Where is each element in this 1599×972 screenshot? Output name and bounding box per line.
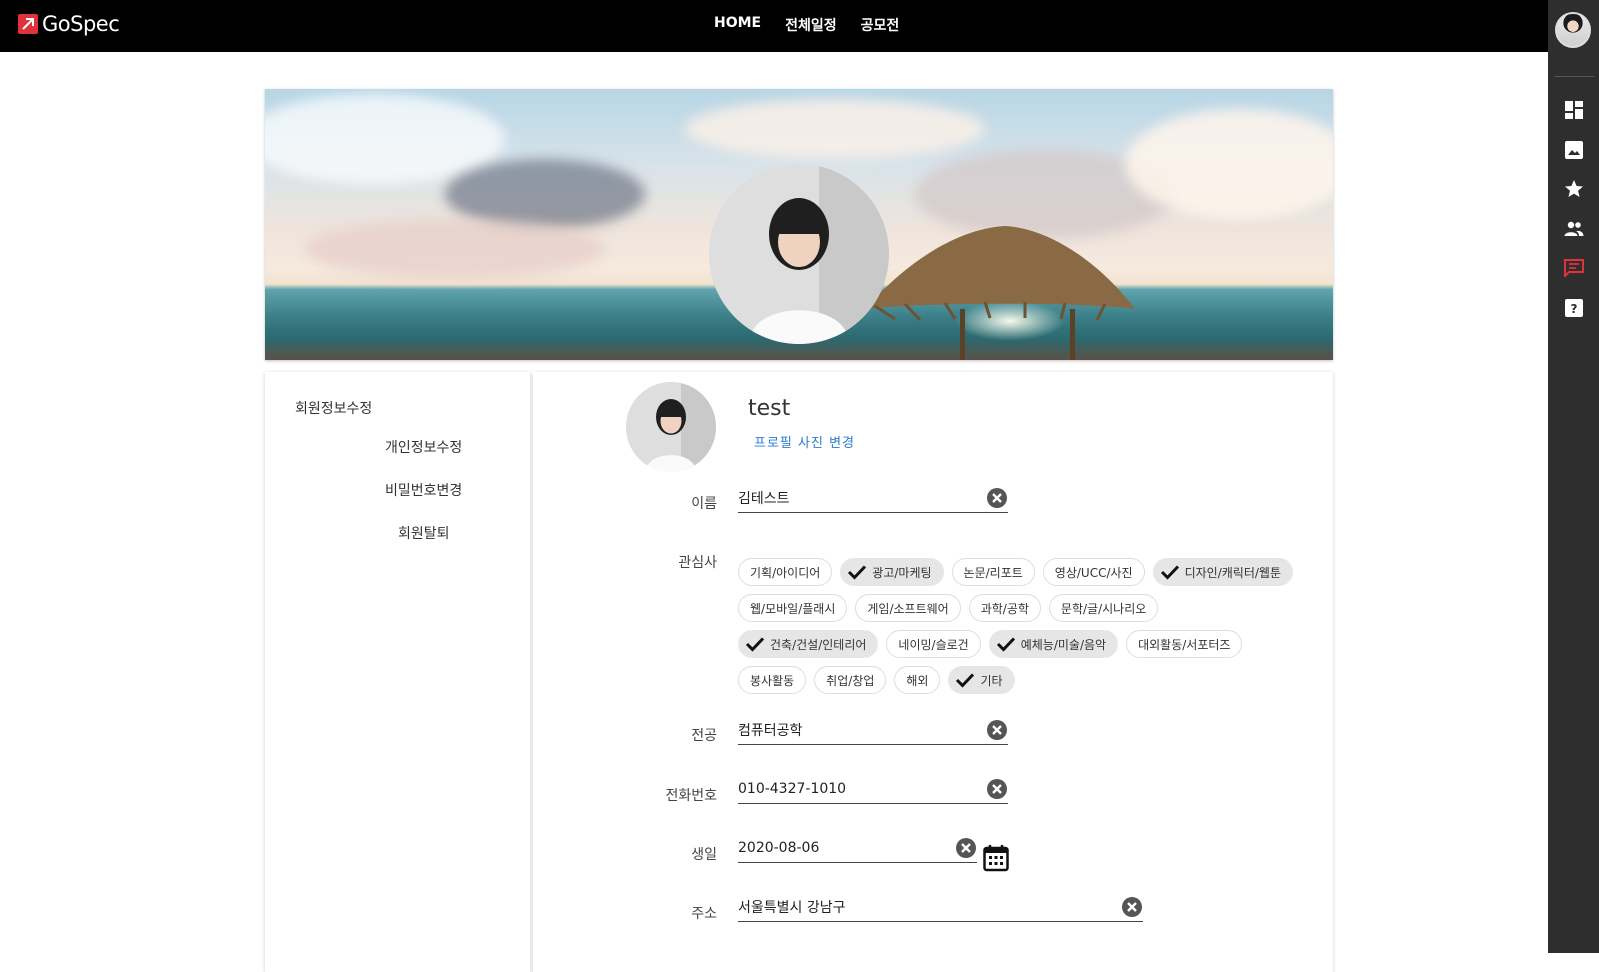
gospec-logo[interactable]: GoSpec [18,12,120,36]
clear-icon[interactable] [986,778,1008,800]
interest-chip-label: 봉사활동 [750,673,795,688]
interest-chip-label: 과학/공학 [980,601,1029,616]
interest-chip-label: 디자인/캐릭터/웹툰 [1184,565,1282,580]
interest-chip[interactable]: 기획/아이디어 [738,558,833,586]
profile-name: test [748,396,791,421]
people-icon[interactable] [1563,218,1585,240]
interest-chip[interactable]: 네이밍/슬로건 [886,630,981,658]
sidebar-item-withdraw[interactable]: 회원탈퇴 [398,523,450,543]
rail-divider [1554,76,1594,77]
interest-chip[interactable]: 봉사활동 [738,666,807,694]
interest-label: 관심사 [678,555,717,571]
phone-input[interactable] [738,776,978,802]
calendar-icon[interactable] [983,844,1009,872]
phone-label: 전화번호 [665,788,717,804]
interest-chip-label: 웹/모바일/플래시 [750,601,836,616]
birth-label: 생일 [691,847,717,863]
cover-profile-photo [709,164,889,344]
top-navbar: GoSpec HOME 전체일정 공모전 [0,0,1548,52]
major-field [738,717,1008,745]
check-icon [1160,565,1179,580]
clear-icon[interactable] [986,487,1008,509]
interest-chip[interactable]: 문학/글/시나리오 [1048,594,1159,622]
check-icon [848,565,867,580]
umbrella-graphic [865,226,1135,360]
address-input[interactable] [738,894,1113,920]
interest-chip[interactable]: 예체능/미술/음악 [988,630,1119,658]
interest-chip[interactable]: 논문/리포트 [951,558,1035,586]
sidebar-title: 회원정보수정 [295,401,373,417]
name-label: 이름 [691,496,717,512]
clear-icon[interactable] [986,719,1008,741]
interest-chip-label: 게임/소프트웨어 [867,601,949,616]
name-input[interactable] [738,485,978,511]
check-icon [745,637,765,652]
major-input[interactable] [738,717,978,743]
change-photo-link[interactable]: 프로필 사진 변경 [754,432,855,451]
interest-chip-label: 건축/건설/인테리어 [770,637,867,652]
nav-home[interactable]: HOME [714,15,761,35]
interest-chip-label: 해외 [906,673,929,688]
nav-contest[interactable]: 공모전 [861,15,900,35]
phone-field [738,776,1008,804]
chip-row: 기획/아이디어 광고/마케팅 논문/리포트 영상/UCC/사진 디자인/캐릭터/웹툰 [738,558,1338,586]
interest-chip[interactable]: 디자인/캐릭터/웹툰 [1152,558,1294,586]
interest-chip[interactable]: 건축/건설/인테리어 [738,630,879,658]
interest-chip[interactable]: 웹/모바일/플래시 [738,594,848,622]
help-icon[interactable]: ? [1563,297,1585,319]
user-avatar[interactable] [1555,12,1591,48]
chip-row: 봉사활동 취업/창업 해외 기타 [738,666,1338,694]
interest-chip[interactable]: 과학/공학 [968,594,1041,622]
interest-chip[interactable]: 대외활동/서포터즈 [1126,630,1243,658]
interest-chip[interactable]: 취업/창업 [814,666,887,694]
interest-chip-label: 기타 [980,673,1003,688]
chat-icon[interactable] [1563,257,1585,279]
sidebar-card: 회원정보수정 개인정보수정 비밀번호변경 회원탈퇴 [265,372,530,972]
right-rail: ? [1548,0,1599,953]
check-icon [996,637,1015,652]
profile-form-card: test 프로필 사진 변경 이름 관심사 기획/아이디어 광고/마케팅 논문/리포… [533,372,1333,972]
major-label: 전공 [691,728,717,744]
image-icon[interactable] [1563,139,1585,161]
check-icon [956,673,975,688]
dashboard-icon[interactable] [1563,99,1585,121]
brand-name: GoSpec [42,12,120,36]
interest-chip-label: 취업/창업 [826,673,875,688]
interest-chip-label: 문학/글/시나리오 [1060,601,1147,616]
nav-schedule[interactable]: 전체일정 [785,15,837,35]
svg-text:?: ? [1571,302,1578,316]
birth-input[interactable] [738,835,947,861]
interest-chips: 기획/아이디어 광고/마케팅 논문/리포트 영상/UCC/사진 디자인/캐릭터/웹툰웹/… [738,558,1338,702]
address-label: 주소 [691,906,717,922]
interest-chip-label: 광고/마케팅 [872,565,932,580]
interest-chip-label: 네이밍/슬로건 [898,637,969,652]
name-field [738,485,1008,513]
profile-photo [626,382,716,472]
interest-chip-label: 예체능/미술/음악 [1020,637,1107,652]
clear-icon[interactable] [1121,896,1143,918]
cover-image [265,89,1333,360]
interest-chip[interactable]: 영상/UCC/사진 [1042,558,1145,586]
address-field [738,894,1143,922]
logo-mark-icon [18,14,38,34]
clear-icon[interactable] [955,837,977,859]
interest-chip-label: 논문/리포트 [963,565,1023,580]
chip-row: 웹/모바일/플래시 게임/소프트웨어 과학/공학 문학/글/시나리오 [738,594,1338,622]
interest-chip[interactable]: 기타 [948,666,1015,694]
main-nav: HOME 전체일정 공모전 [714,15,899,35]
interest-chip[interactable]: 게임/소프트웨어 [855,594,961,622]
sidebar-item-change-password[interactable]: 비밀번호변경 [385,480,462,500]
star-icon[interactable] [1563,178,1585,200]
interest-chip-label: 대외활동/서포터즈 [1138,637,1231,652]
interest-chip-label: 기획/아이디어 [750,565,821,580]
sidebar-item-edit-info[interactable]: 개인정보수정 [385,437,462,457]
chip-row: 건축/건설/인테리어 네이밍/슬로건 예체능/미술/음악 대외활동/서포터즈 [738,630,1338,658]
interest-chip[interactable]: 광고/마케팅 [840,558,944,586]
birth-field [738,835,977,863]
interest-chip[interactable]: 해외 [894,666,941,694]
interest-chip-label: 영상/UCC/사진 [1054,565,1133,580]
